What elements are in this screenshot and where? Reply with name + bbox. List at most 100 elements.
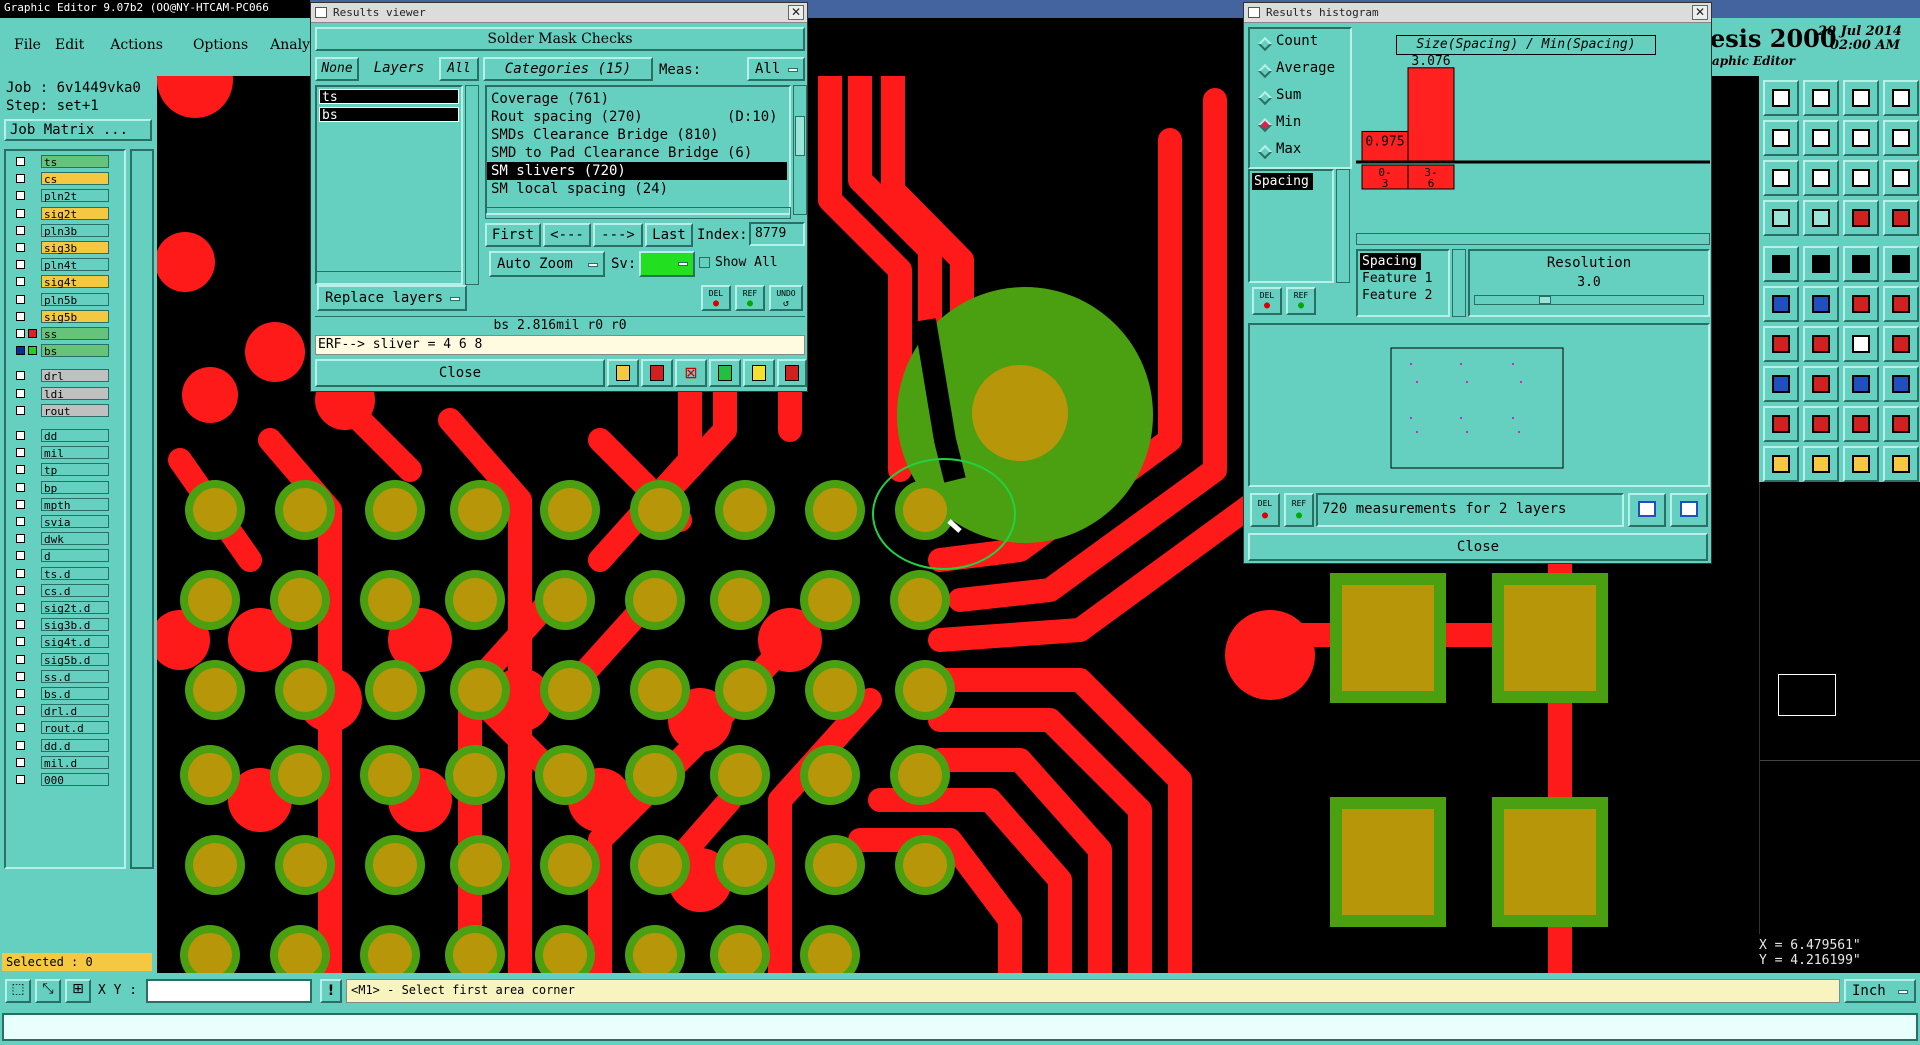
menu-options[interactable]: Options xyxy=(193,37,248,53)
radio-min[interactable] xyxy=(1257,117,1273,133)
move-left-icon[interactable] xyxy=(1763,120,1799,156)
rv-tool-4[interactable] xyxy=(709,359,741,387)
home-icon[interactable] xyxy=(1843,80,1879,116)
layer-row[interactable]: pln3b xyxy=(12,223,109,238)
category-item[interactable]: Rout spacing (270) (D:10) xyxy=(487,108,787,126)
category-item[interactable]: SMD to Pad Clearance Bridge (6) xyxy=(487,144,787,162)
close-icon[interactable]: ✕ xyxy=(788,5,804,20)
layer-row[interactable]: ss.d xyxy=(12,669,109,684)
layer-checkbox[interactable] xyxy=(16,603,25,612)
layer-row[interactable]: tp xyxy=(12,463,109,477)
measure-icon[interactable] xyxy=(1763,200,1799,236)
field-list-vscroll[interactable] xyxy=(1336,169,1350,283)
layer-result-list[interactable]: ts bs xyxy=(315,85,463,285)
ruler-icon[interactable] xyxy=(1843,246,1879,282)
layer-row[interactable]: dwk xyxy=(12,532,109,546)
layer-checkbox[interactable] xyxy=(16,689,25,698)
layer-row[interactable]: bp xyxy=(12,480,109,495)
layer-checkbox[interactable] xyxy=(16,499,25,509)
category-item[interactable]: SM slivers (720) xyxy=(487,162,787,180)
layer-row[interactable]: d xyxy=(12,549,109,563)
layer-row[interactable]: sig3b xyxy=(12,241,109,255)
layer-row[interactable]: drl xyxy=(12,369,109,383)
layer-checkbox[interactable] xyxy=(16,431,25,440)
field-item[interactable]: Feature 2 xyxy=(1360,287,1432,304)
category-vscroll[interactable] xyxy=(793,85,807,215)
radio-max[interactable] xyxy=(1257,144,1273,160)
layer-row[interactable]: pln2t xyxy=(12,189,109,203)
tool-grid-button[interactable]: ⊞ xyxy=(65,979,91,1003)
diagonal-icon[interactable] xyxy=(1803,326,1839,362)
line-icon[interactable] xyxy=(1883,120,1919,156)
layer-row[interactable]: drl.d xyxy=(12,704,109,718)
prev-button[interactable]: <--- xyxy=(543,223,591,247)
layer-row[interactable]: sig2t xyxy=(12,206,109,221)
category-item[interactable]: Coverage (761) xyxy=(487,90,787,108)
layer-checkbox[interactable] xyxy=(16,775,25,784)
circle-icon[interactable] xyxy=(1883,246,1919,282)
next-button[interactable]: ---> xyxy=(593,223,643,247)
field-item[interactable]: Spacing xyxy=(1360,253,1421,270)
sv-color-select[interactable] xyxy=(639,251,695,277)
tool-pan-button[interactable]: ⬚ xyxy=(5,979,31,1003)
auto-zoom-select[interactable]: Auto Zoom xyxy=(489,251,605,277)
layer-row[interactable]: dd.d xyxy=(12,738,109,753)
layer-checkbox[interactable] xyxy=(16,551,25,561)
layers-all-button[interactable]: All xyxy=(439,57,479,81)
layer-checkbox[interactable] xyxy=(16,465,25,475)
table-icon[interactable] xyxy=(1803,200,1839,236)
hist-ref-button[interactable]: REF ● xyxy=(1286,287,1316,315)
rv-del-button[interactable]: DEL ● xyxy=(701,285,731,311)
replace-layers-select[interactable]: Replace layers xyxy=(317,285,467,311)
show-all-checkbox[interactable] xyxy=(699,257,710,268)
layer-row[interactable]: bs.d xyxy=(12,687,109,701)
field-item[interactable]: Spacing xyxy=(1252,173,1313,190)
triangle3-icon[interactable] xyxy=(1843,406,1879,442)
layer-checkbox[interactable] xyxy=(16,174,25,184)
minus-icon[interactable] xyxy=(1803,366,1839,402)
scale-icon[interactable] xyxy=(1843,160,1879,196)
info-button[interactable]: ! xyxy=(320,979,342,1003)
layer-affected-checkbox[interactable] xyxy=(28,346,37,356)
layer-row[interactable]: ldi xyxy=(12,386,109,401)
hist-del-button-2[interactable]: DEL ● xyxy=(1250,493,1280,527)
radio-sum[interactable] xyxy=(1257,90,1273,106)
layer-row[interactable]: svia xyxy=(12,515,109,529)
rv-tool-6[interactable] xyxy=(777,359,807,387)
layer-checkbox[interactable] xyxy=(16,191,25,201)
layer-checkbox[interactable] xyxy=(16,723,25,733)
layer-checkbox[interactable] xyxy=(16,277,25,287)
layer-checkbox[interactable] xyxy=(16,346,25,356)
field-item[interactable]: Feature 1 xyxy=(1360,270,1432,287)
node-icon[interactable] xyxy=(1843,286,1879,322)
layer-row[interactable]: cs.d xyxy=(12,583,109,598)
fields2-vscroll[interactable] xyxy=(1452,249,1466,317)
result-layer-item[interactable]: bs xyxy=(319,107,459,123)
rv-undo-button[interactable]: UNDO ↺ xyxy=(769,285,803,311)
layer-checkbox[interactable] xyxy=(16,448,25,458)
layer-row[interactable]: sig4t xyxy=(12,275,109,289)
connect-icon[interactable] xyxy=(1763,286,1799,322)
job-matrix-button[interactable]: Job Matrix ... xyxy=(4,119,152,141)
triangle2-icon[interactable] xyxy=(1803,406,1839,442)
grid-icon[interactable] xyxy=(1883,80,1919,116)
last-button[interactable]: Last xyxy=(645,223,693,247)
layer-checkbox[interactable] xyxy=(16,329,25,338)
group-icon[interactable] xyxy=(1883,366,1919,402)
category-list[interactable]: Coverage (761) Rout spacing (270) (D:10) S… xyxy=(485,85,791,215)
layers-none-button[interactable]: None xyxy=(315,57,359,81)
slider-thumb[interactable] xyxy=(1539,296,1551,304)
menu-file[interactable]: File xyxy=(14,37,41,53)
triangle4-icon[interactable] xyxy=(1883,406,1919,442)
hist-del-button[interactable]: DEL ● xyxy=(1252,287,1282,315)
width-icon[interactable] xyxy=(1843,366,1879,402)
split-icon[interactable] xyxy=(1883,286,1919,322)
overview-map[interactable] xyxy=(1759,482,1920,934)
help-icon[interactable] xyxy=(1883,160,1919,196)
select-icon[interactable] xyxy=(1763,366,1799,402)
layer-row[interactable]: ss xyxy=(12,327,109,341)
layer-row[interactable]: ts xyxy=(12,155,109,169)
layer-checkbox[interactable] xyxy=(16,388,25,398)
snap-icon[interactable] xyxy=(1843,120,1879,156)
chart-hscroll[interactable] xyxy=(1356,233,1710,245)
